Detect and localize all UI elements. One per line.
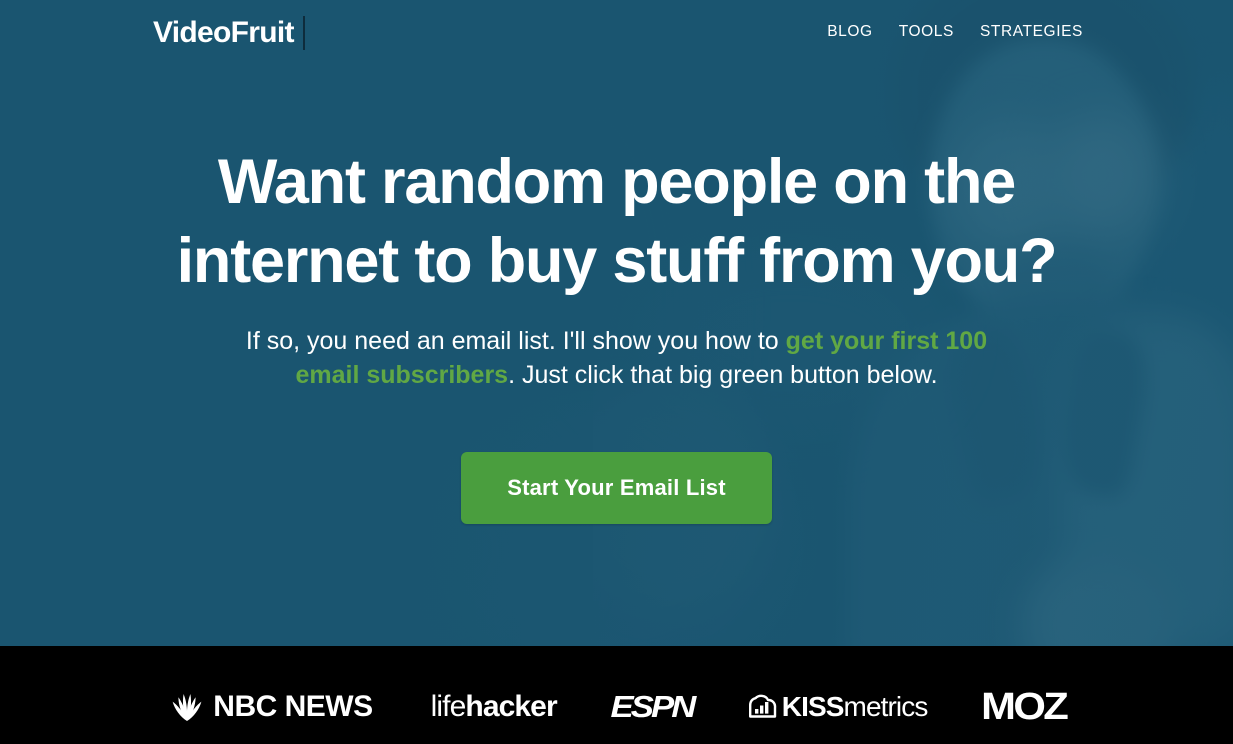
page-title: Want random people on the internet to bu…	[176, 147, 1058, 297]
logo-caret-icon	[302, 16, 305, 50]
main-nav: BLOG TOOLS STRATEGIES	[827, 23, 1083, 41]
kissmetrics-word-kiss: KISS	[781, 691, 845, 722]
kissmetrics-wordmark: KISSmetrics	[781, 691, 929, 723]
nbc-peacock-icon	[172, 694, 202, 721]
press-logo-espn: ESPN	[610, 689, 696, 725]
site-logo[interactable]: VideoFruit	[153, 16, 305, 50]
press-logo-lifehacker: lifehacker	[430, 690, 558, 724]
site-logo-text: VideoFruit	[153, 16, 294, 49]
kissmetrics-cloud-chart-icon	[748, 694, 776, 718]
espn-wordmark: ESPN	[610, 689, 696, 724]
lifehacker-word-hacker: hacker	[465, 690, 557, 723]
press-logo-nbc-news: NBC NEWS	[170, 690, 373, 724]
hero-subheadline: If so, you need an email list. I'll show…	[237, 324, 997, 393]
subheadline-text-after: . Just click that big green button below…	[508, 361, 938, 390]
start-email-list-button[interactable]: Start Your Email List	[461, 451, 772, 524]
lifehacker-wordmark: lifehacker	[430, 690, 558, 724]
moz-wordmark: MOZ	[981, 685, 1070, 728]
nav-item-tools[interactable]: TOOLS	[899, 23, 954, 41]
nav-item-strategies[interactable]: STRATEGIES	[980, 23, 1083, 41]
press-logo-moz: MOZ	[982, 686, 1070, 729]
lifehacker-word-life: life	[430, 690, 467, 723]
hero-content: Want random people on the internet to bu…	[0, 0, 1233, 646]
top-navigation-bar: VideoFruit BLOG TOOLS STRATEGIES	[0, 0, 1233, 72]
press-logo-bar: NBC NEWS lifehacker ESPN KISSmetrics MOZ	[0, 646, 1233, 744]
nbc-news-wordmark: NBC NEWS	[213, 690, 373, 723]
nav-item-blog[interactable]: BLOG	[827, 23, 872, 41]
subheadline-text-before: If so, you need an email list. I'll show…	[245, 326, 786, 355]
kissmetrics-word-metrics: metrics	[843, 691, 929, 722]
press-logo-kissmetrics: KISSmetrics	[747, 691, 928, 723]
hero-section: VideoFruit BLOG TOOLS STRATEGIES Want ra…	[0, 0, 1233, 646]
